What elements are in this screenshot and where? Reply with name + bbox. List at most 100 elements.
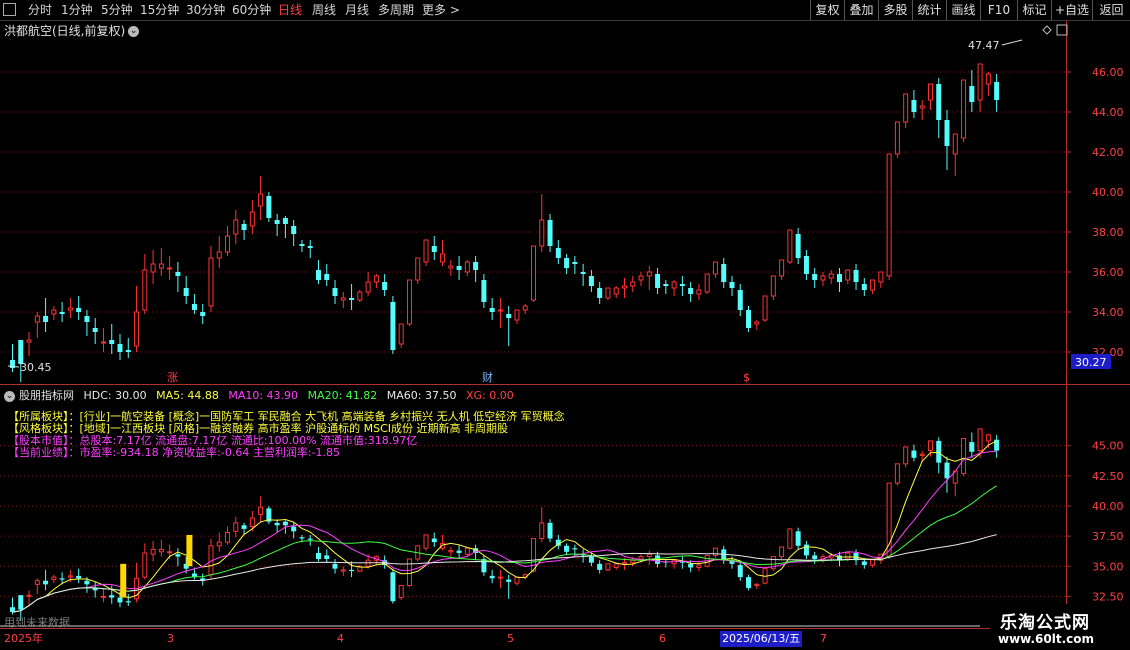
ind-candle (233, 522, 239, 532)
main-candle (191, 304, 197, 310)
main-candle (158, 263, 164, 269)
ind-candle (861, 561, 867, 566)
draw-line-button[interactable]: 画线 (946, 0, 980, 20)
ind-candle (208, 545, 214, 576)
y-tick-label: 40.00 (1092, 186, 1124, 199)
high-price-label: 47.47 (968, 39, 1000, 52)
ind-candle (911, 450, 917, 458)
ind-candle (464, 547, 470, 555)
main-candle (696, 289, 702, 295)
ind-candle (903, 446, 909, 465)
price-tag (1071, 354, 1111, 369)
statistics-button[interactable]: 统计 (912, 0, 946, 20)
ind-candle (696, 564, 702, 568)
event-marker-bg (481, 371, 494, 383)
xg-signal-bar (186, 534, 193, 567)
main-candle (307, 246, 313, 248)
period-tab[interactable]: 分时 (28, 2, 52, 18)
main-candle (572, 262, 578, 264)
adjust-button[interactable]: 复权 (810, 0, 844, 20)
overlay-button[interactable]: 叠加 (844, 0, 878, 20)
ind-candle (547, 522, 553, 539)
ind-candle (894, 463, 900, 484)
ind-candle (92, 587, 98, 591)
year-label: 2025年 (4, 632, 43, 645)
main-candle (208, 257, 214, 307)
ind-candle (365, 559, 371, 567)
ind-candle (456, 550, 462, 553)
ind-candle (514, 576, 520, 584)
multi-stock-button[interactable]: 多股 (878, 0, 912, 20)
ind-candle (175, 554, 181, 557)
back-button[interactable]: 返回 (1092, 0, 1130, 20)
y-tick-label: 45.00 (1092, 440, 1124, 453)
ind-candle (729, 560, 735, 564)
ma60-line (12, 534, 997, 613)
period-tab-active[interactable]: 日线 (278, 2, 302, 18)
main-candle (51, 309, 57, 315)
stock-title[interactable]: 洪都航空(日线,前复权) ⌄ (4, 22, 140, 39)
indicator-name[interactable]: 股朋指标网 (19, 389, 74, 402)
main-candle (282, 218, 288, 224)
period-tab[interactable]: 周线 (312, 2, 336, 18)
period-tab[interactable]: 5分钟 (101, 2, 133, 18)
ind-candle (332, 563, 338, 569)
main-candle (853, 270, 859, 282)
period-tab[interactable]: 1分钟 (61, 2, 93, 18)
ind-candle (489, 575, 495, 579)
main-candle (10, 360, 15, 368)
y-tick-label: 42.50 (1092, 470, 1124, 483)
ind-candle (621, 562, 627, 565)
ind-candle (390, 572, 396, 602)
period-tab[interactable]: 多周期 (378, 2, 414, 18)
period-tab[interactable]: 30分钟 (186, 2, 225, 18)
main-candle (497, 309, 503, 312)
ind-candle (26, 594, 32, 597)
main-candle (258, 193, 264, 207)
main-candle (175, 272, 181, 276)
event-marker: $ (743, 371, 750, 384)
ind-candle (679, 561, 685, 563)
ind-candle (481, 559, 487, 573)
ind-candle (952, 470, 958, 484)
main-candle (92, 328, 98, 332)
ind-candle (522, 574, 528, 578)
ind-candle (440, 542, 446, 549)
main-candle (597, 288, 603, 298)
ind-candle (630, 559, 636, 564)
window-icon[interactable] (3, 3, 16, 16)
month-label: 4 (337, 632, 344, 645)
ind-candle (431, 538, 437, 543)
y-tick-label: 46.00 (1092, 66, 1124, 79)
main-candle (365, 281, 371, 293)
date-axis: 2025年 3 4 5 6 2025/06/13/五 7 (0, 631, 990, 650)
period-tab[interactable]: 15分钟 (140, 2, 179, 18)
ind-candle (878, 553, 884, 561)
ind-candle (258, 506, 264, 515)
main-candle (828, 273, 834, 279)
main-candle (580, 272, 586, 274)
ind-candle (100, 595, 106, 598)
more-periods-menu[interactable]: 更多 > (422, 2, 460, 18)
add-watchlist-button[interactable]: +自选 (1051, 0, 1092, 20)
ind-candle (820, 556, 826, 560)
main-candle (415, 257, 421, 281)
main-candle (886, 153, 892, 277)
ma20-line (12, 485, 997, 613)
ma20-value: MA20: 41.82 (307, 389, 378, 402)
event-marker-bg (742, 371, 755, 383)
f10-button[interactable]: F10 (980, 0, 1017, 20)
main-candle (514, 309, 520, 321)
period-tab[interactable]: 月线 (345, 2, 369, 18)
ind-candle (580, 554, 586, 556)
main-candle (142, 269, 148, 311)
main-candle (655, 274, 661, 288)
period-tab[interactable]: 60分钟 (232, 2, 271, 18)
indicator-menu-icon[interactable]: ⌄ (4, 390, 15, 402)
mark-button[interactable]: 标记 (1017, 0, 1051, 20)
ind-candle (307, 538, 313, 540)
main-candle (382, 282, 388, 290)
chevron-down-icon[interactable]: ⌄ (128, 26, 140, 37)
month-label: 7 (820, 632, 827, 645)
ind-candle (746, 577, 752, 588)
